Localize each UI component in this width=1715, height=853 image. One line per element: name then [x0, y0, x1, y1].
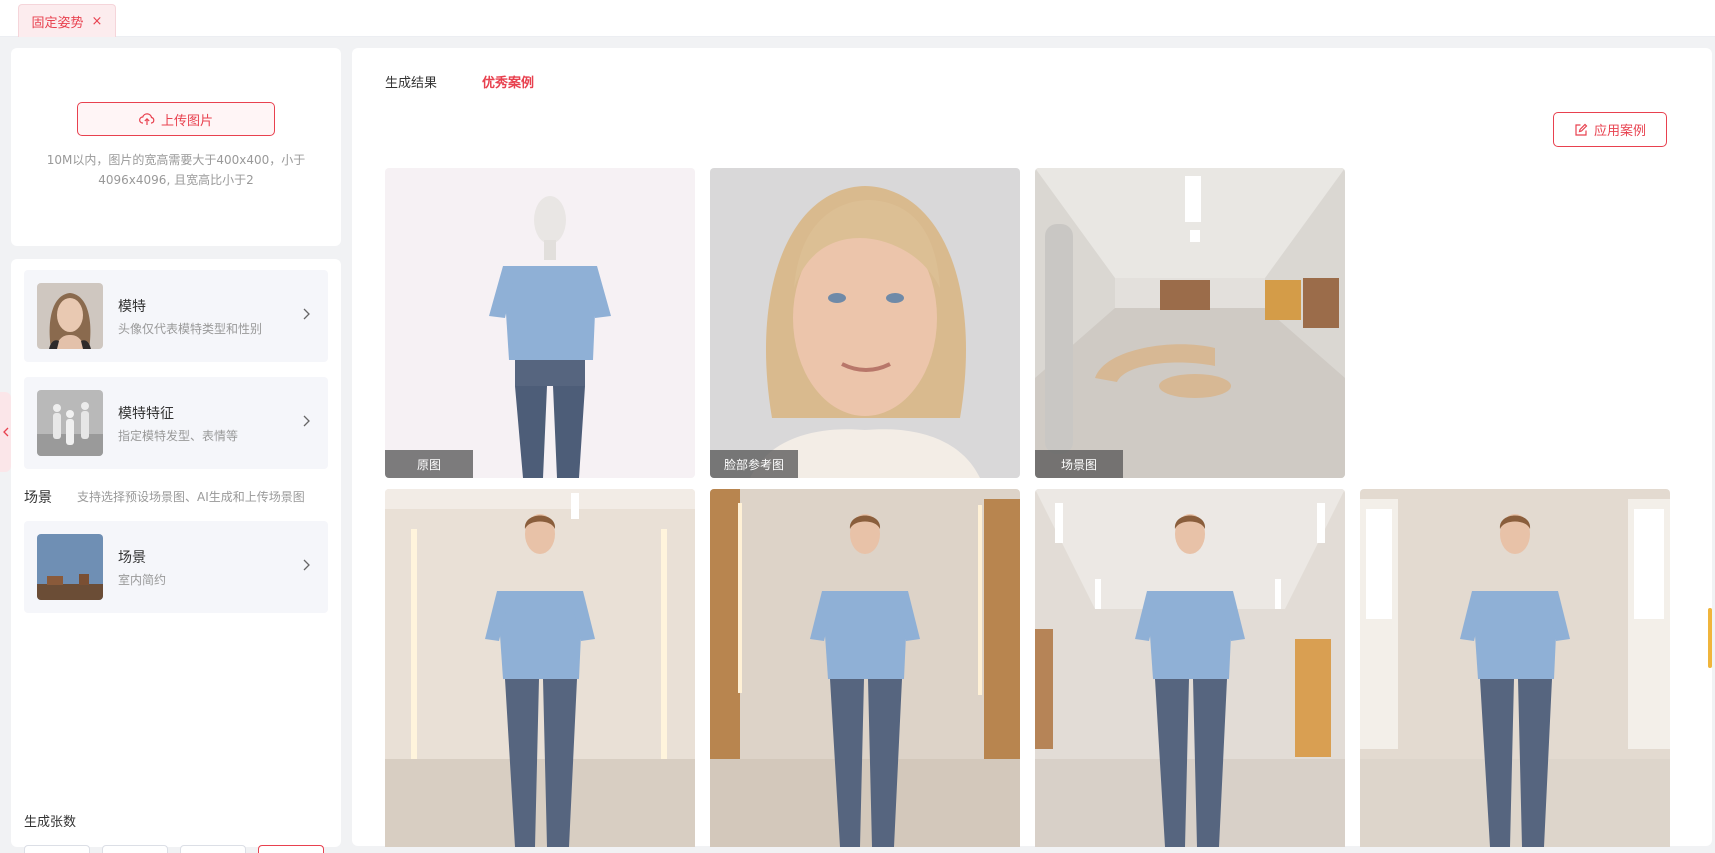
chevron-right-icon: [303, 308, 310, 320]
model-features-thumb: [37, 390, 103, 456]
scene-thumb: [37, 534, 103, 600]
close-icon[interactable]: ×: [92, 15, 103, 28]
face-reference-label: 脸部参考图: [710, 450, 798, 478]
result-image[interactable]: [1035, 489, 1345, 847]
result-image[interactable]: [385, 489, 695, 847]
scene-selector[interactable]: 场景 室内简约: [24, 521, 328, 613]
edit-icon: [1575, 123, 1588, 136]
model-subtitle: 头像仅代表模特类型和性别: [118, 322, 263, 336]
original-image[interactable]: 原图: [385, 168, 695, 478]
face-reference-image[interactable]: 脸部参考图: [710, 168, 1020, 478]
original-image-label: 原图: [385, 450, 473, 478]
scene-subtitle: 室内简约: [118, 573, 167, 587]
scrollbar-thumb[interactable]: [1708, 608, 1712, 668]
chevron-left-icon: [2, 427, 8, 437]
model-title: 模特: [118, 299, 146, 315]
count-option[interactable]: [24, 845, 90, 853]
tab-bar: 固定姿势 ×: [0, 0, 1715, 37]
scene-section-hint: 支持选择预设场景图、AI生成和上传场景图: [77, 490, 305, 504]
model-features-selector[interactable]: 模特特征 指定模特发型、表情等: [24, 377, 328, 469]
chevron-right-icon: [303, 559, 310, 571]
options-panel: 模特 头像仅代表模特类型和性别 模特特征 指定模特发型、表情等 场景 支持选择预…: [11, 259, 341, 853]
model-features-title: 模特特征: [118, 406, 174, 422]
scene-section-label: 场景: [24, 490, 52, 506]
upload-button-label: 上传图片: [160, 113, 213, 129]
apply-case-label: 应用案例: [1593, 124, 1646, 139]
upload-hint: 10M以内，图片的宽高需要大于400x400，小于4096x4096, 且宽高比…: [46, 153, 306, 187]
tab-showcase[interactable]: 优秀案例: [482, 72, 534, 91]
result-image[interactable]: [710, 489, 1020, 847]
model-avatar: [37, 283, 103, 349]
chevron-right-icon: [303, 415, 310, 427]
scene-image[interactable]: 场景图: [1035, 168, 1345, 478]
upload-image-button[interactable]: 上传图片: [77, 102, 275, 136]
scene-title: 场景: [118, 550, 146, 566]
tab-fixed-pose[interactable]: 固定姿势 ×: [18, 4, 116, 37]
cloud-upload-icon: [139, 113, 155, 125]
scene-image-label: 场景图: [1035, 450, 1123, 478]
apply-case-button[interactable]: 应用案例: [1553, 112, 1667, 147]
model-features-subtitle: 指定模特发型、表情等: [118, 429, 239, 443]
main-panel: 生成结果 优秀案例 应用案例 原图 脸部参考图 场景图: [352, 48, 1712, 847]
generation-count-label: 生成张数: [24, 815, 77, 830]
count-option[interactable]: [180, 845, 246, 853]
count-option-selected[interactable]: [258, 845, 324, 853]
model-selector[interactable]: 模特 头像仅代表模特类型和性别: [24, 270, 328, 362]
tab-results[interactable]: 生成结果: [385, 72, 437, 91]
tab-label: 固定姿势: [31, 15, 84, 31]
collapse-sidebar-toggle[interactable]: [0, 392, 11, 472]
count-option[interactable]: [102, 845, 168, 853]
result-image[interactable]: [1360, 489, 1670, 847]
upload-panel: 上传图片 10M以内，图片的宽高需要大于400x400，小于4096x4096,…: [11, 48, 341, 246]
